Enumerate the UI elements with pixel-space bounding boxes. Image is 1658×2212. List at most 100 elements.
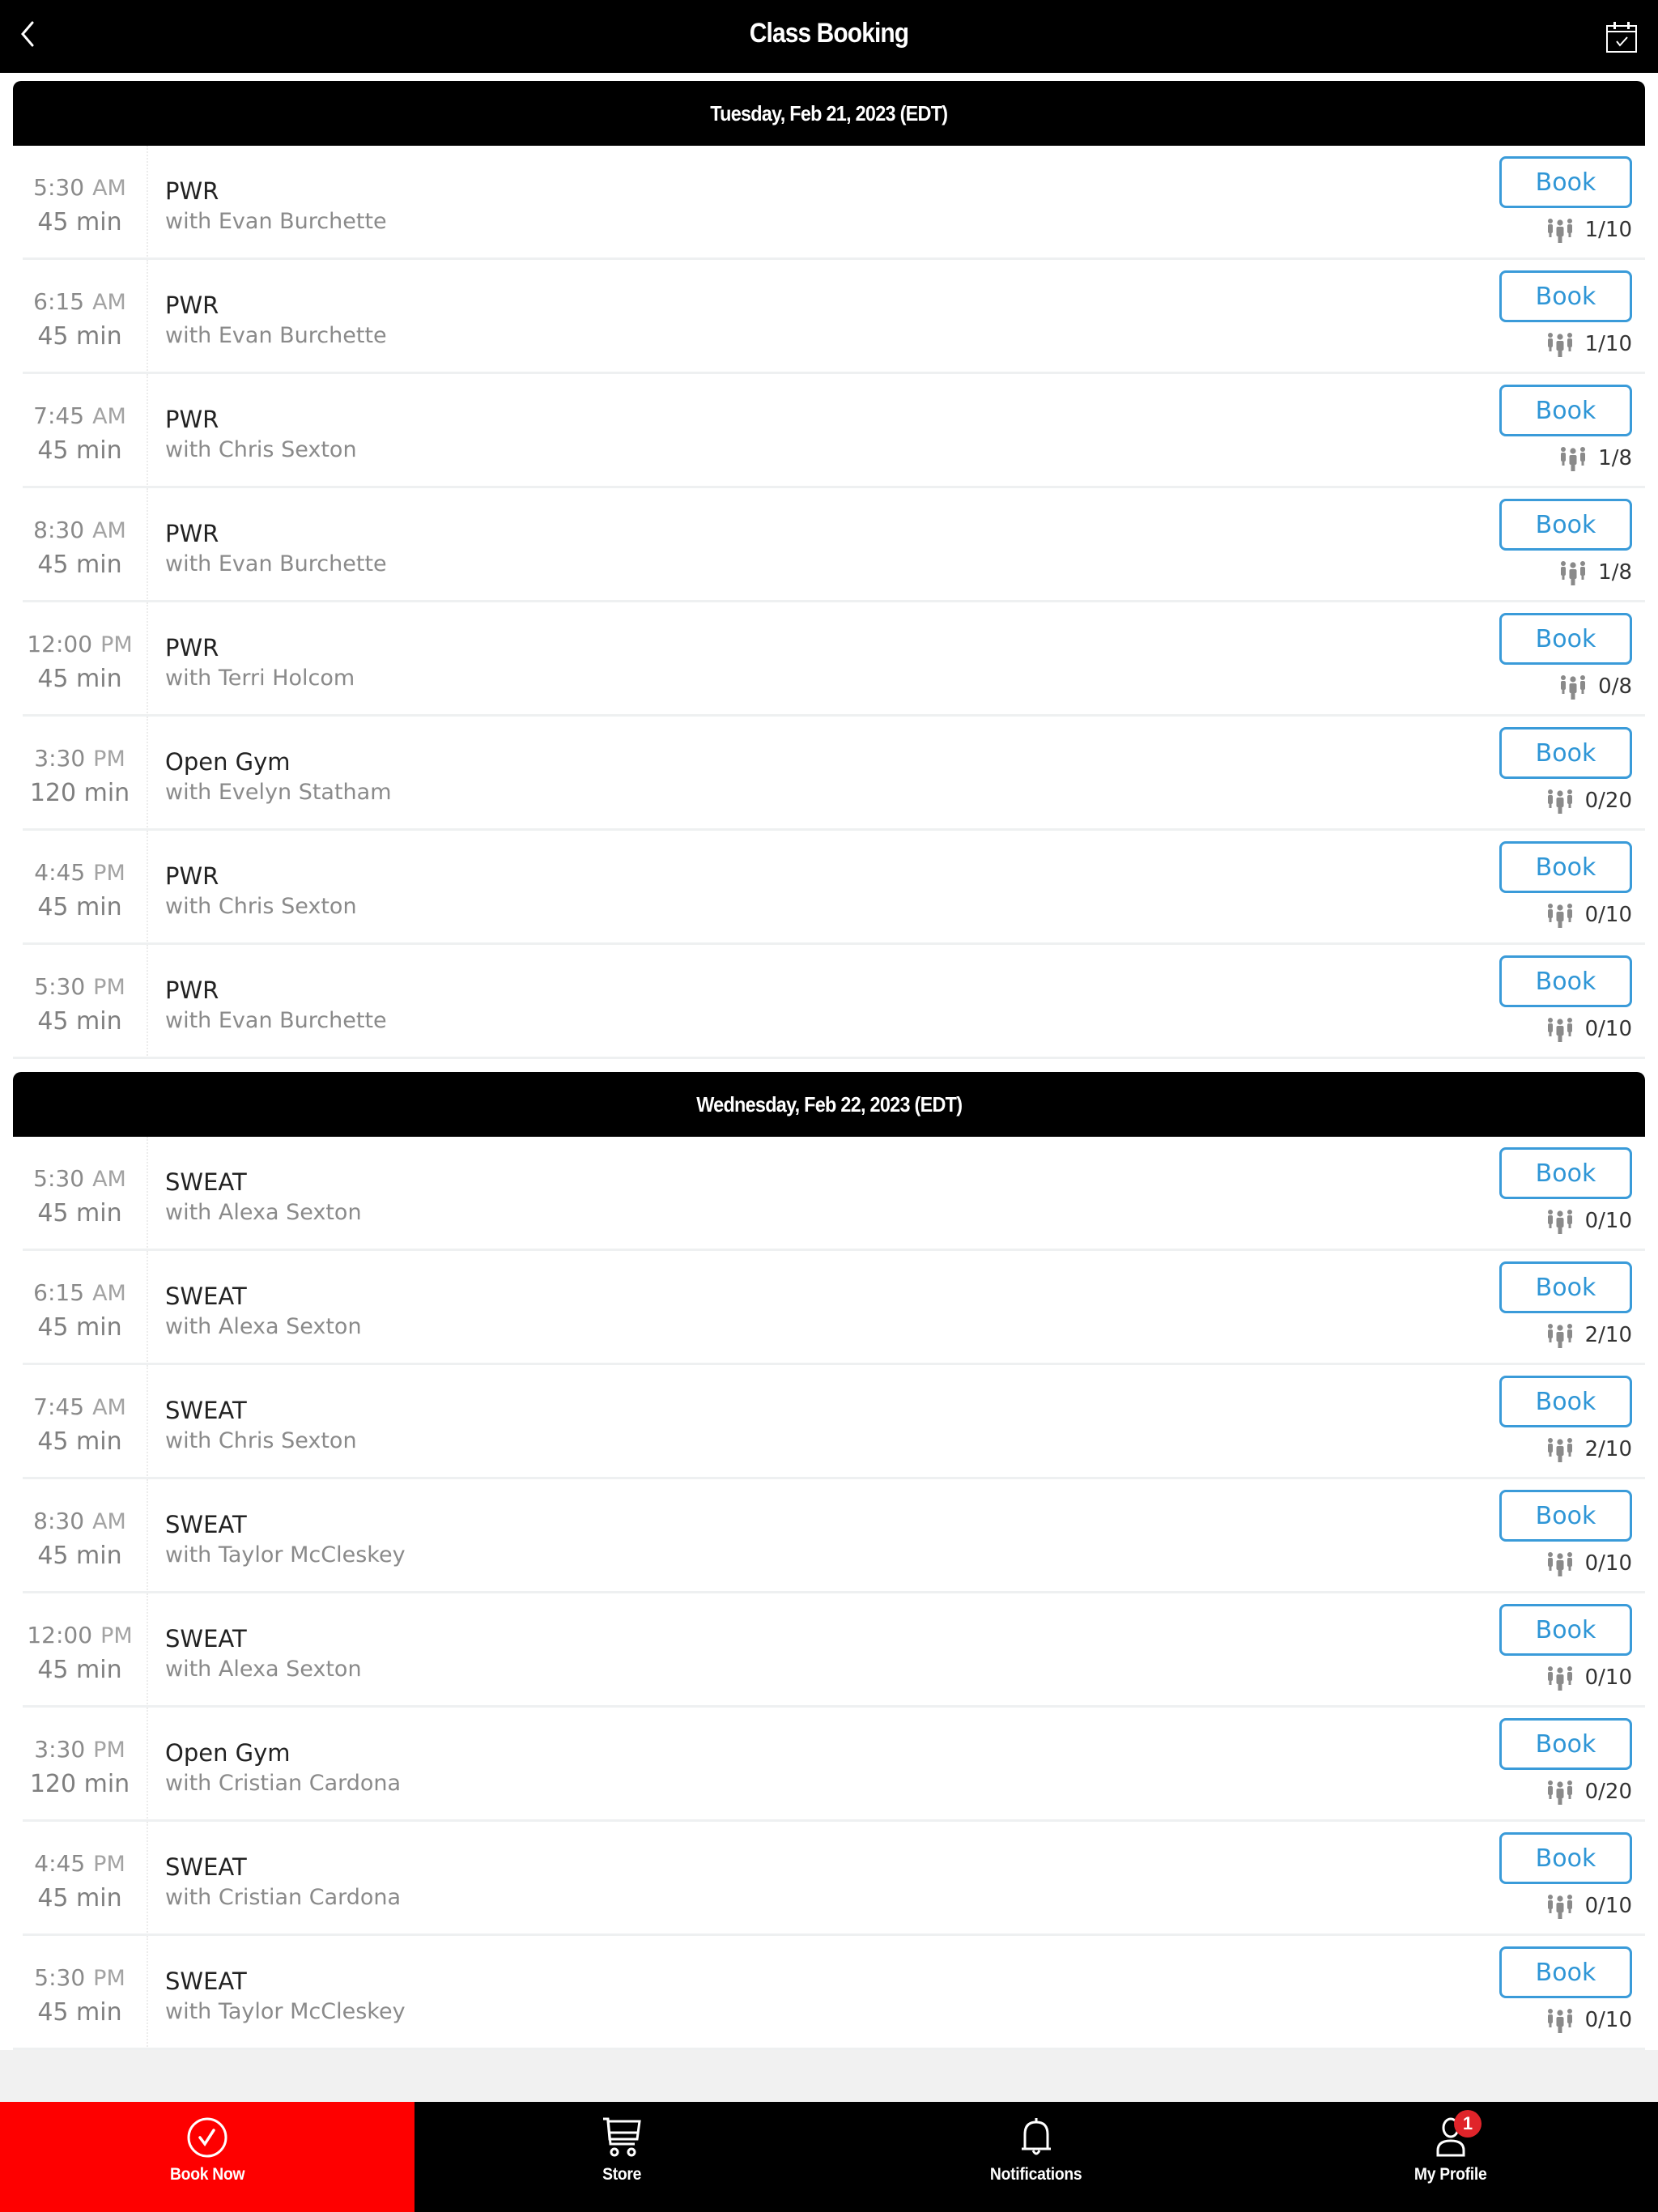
am-pm: AM xyxy=(92,1281,126,1306)
instructor-name: with Evelyn Statham xyxy=(165,780,392,805)
duration: 120 min xyxy=(29,779,130,807)
duration: 45 min xyxy=(37,551,122,579)
class-name: SWEAT xyxy=(165,1397,247,1424)
am-pm: AM xyxy=(92,1167,126,1192)
am-pm: PM xyxy=(93,861,125,886)
day-header: Tuesday, Feb 21, 2023 (EDT) xyxy=(13,81,1645,146)
capacity-count: 0/10 xyxy=(1584,1665,1632,1690)
instructor-name: with Evan Burchette xyxy=(165,1008,387,1033)
class-row: 5:30 AM 45 min SWEAT with Alexa Sexton Bo… xyxy=(13,1137,1645,1251)
capacity-count: 0/10 xyxy=(1584,2008,1632,2032)
instructor-name: with Evan Burchette xyxy=(165,551,387,576)
nav-store[interactable]: Store xyxy=(414,2102,829,2212)
start-time: 3:30 xyxy=(34,745,86,772)
book-button[interactable]: Book xyxy=(1499,1147,1632,1199)
book-button[interactable]: Book xyxy=(1499,1832,1632,1884)
nav-book-now[interactable]: Book Now xyxy=(0,2102,414,2212)
instructor-name: with Cristian Cardona xyxy=(165,1885,402,1910)
book-button[interactable]: Book xyxy=(1499,1604,1632,1656)
schedule-list[interactable]: Tuesday, Feb 21, 2023 (EDT) 5:30 AM 45 mi… xyxy=(0,73,1658,2102)
class-time: 12:00 PM 45 min xyxy=(13,628,147,697)
capacity-count: 0/20 xyxy=(1584,789,1632,813)
book-button[interactable]: Book xyxy=(1499,727,1632,779)
class-name: SWEAT xyxy=(165,1625,247,1653)
book-button[interactable]: Book xyxy=(1499,156,1632,208)
class-time: 12:00 PM 45 min xyxy=(13,1619,147,1688)
instructor-name: with Cristian Cardona xyxy=(165,1771,402,1796)
start-time: 5:30 xyxy=(33,1165,85,1192)
capacity: 1/8 xyxy=(1559,445,1632,471)
duration: 45 min xyxy=(37,1542,122,1570)
class-row: 12:00 PM 45 min PWR with Terri Holcom Boo… xyxy=(13,602,1645,717)
capacity-count: 0/10 xyxy=(1584,1894,1632,1918)
am-pm: AM xyxy=(92,176,126,201)
nav-my-profile[interactable]: 1 My Profile xyxy=(1244,2102,1658,2212)
class-row: 4:45 PM 45 min PWR with Chris Sexton Book… xyxy=(13,831,1645,945)
start-time: 5:30 xyxy=(33,174,85,201)
capacity: 0/10 xyxy=(1546,2007,1632,2033)
capacity: 0/10 xyxy=(1546,1893,1632,1919)
start-time: 4:45 xyxy=(34,1850,86,1877)
instructor-name: with Taylor McCleskey xyxy=(165,1999,406,2024)
book-button[interactable]: Book xyxy=(1499,1261,1632,1313)
am-pm: PM xyxy=(93,1852,125,1877)
book-button[interactable]: Book xyxy=(1499,1490,1632,1542)
capacity: 0/10 xyxy=(1546,1665,1632,1691)
book-button[interactable]: Book xyxy=(1499,841,1632,893)
am-pm: PM xyxy=(100,632,133,657)
people-icon xyxy=(1547,1438,1572,1462)
nav-notifications[interactable]: Notifications xyxy=(829,2102,1244,2212)
check-circle-icon xyxy=(187,2117,227,2158)
book-button[interactable]: Book xyxy=(1499,955,1632,1007)
class-row: 8:30 AM 45 min SWEAT with Taylor McCleske… xyxy=(13,1479,1645,1593)
duration: 45 min xyxy=(37,1998,122,2027)
duration: 45 min xyxy=(37,665,122,693)
book-button[interactable]: Book xyxy=(1499,270,1632,322)
book-button[interactable]: Book xyxy=(1499,613,1632,665)
back-button[interactable] xyxy=(16,18,40,50)
instructor-name: with Chris Sexton xyxy=(165,894,357,919)
capacity-count: 0/10 xyxy=(1584,903,1632,927)
nav-label: Store xyxy=(602,2165,642,2184)
instructor-name: with Evan Burchette xyxy=(165,323,387,348)
book-button[interactable]: Book xyxy=(1499,499,1632,551)
duration: 45 min xyxy=(37,1656,122,1684)
capacity-count: 1/8 xyxy=(1598,560,1632,585)
class-row: 8:30 AM 45 min PWR with Evan Burchette Bo… xyxy=(13,488,1645,602)
duration: 45 min xyxy=(37,436,122,465)
capacity: 0/10 xyxy=(1546,902,1632,928)
start-time: 3:30 xyxy=(34,1736,86,1763)
am-pm: AM xyxy=(92,518,126,543)
people-icon xyxy=(1547,904,1572,928)
instructor-name: with Taylor McCleskey xyxy=(165,1542,406,1568)
bell-icon xyxy=(1022,2118,1051,2155)
book-button[interactable]: Book xyxy=(1499,1376,1632,1427)
class-row: 12:00 PM 45 min SWEAT with Alexa Sexton B… xyxy=(13,1593,1645,1708)
start-time: 12:00 xyxy=(27,631,93,657)
start-time: 4:45 xyxy=(34,859,86,886)
class-name: PWR xyxy=(165,177,219,205)
nav-label: My Profile xyxy=(1414,2165,1487,2184)
day-header: Wednesday, Feb 22, 2023 (EDT) xyxy=(13,1072,1645,1137)
class-name: PWR xyxy=(165,406,219,433)
class-time: 8:30 AM 45 min xyxy=(13,1505,147,1574)
book-button[interactable]: Book xyxy=(1499,1946,1632,1998)
book-button[interactable]: Book xyxy=(1499,385,1632,436)
capacity-count: 0/10 xyxy=(1584,1551,1632,1576)
calendar-check-icon xyxy=(1606,22,1637,53)
class-time: 5:30 AM 45 min xyxy=(13,1163,147,1231)
people-icon xyxy=(1547,1324,1572,1348)
class-name: PWR xyxy=(165,634,219,661)
duration: 45 min xyxy=(37,1427,122,1456)
my-bookings-button[interactable] xyxy=(1605,21,1638,53)
duration: 45 min xyxy=(37,322,122,351)
class-time: 4:45 PM 45 min xyxy=(13,857,147,925)
capacity-count: 2/10 xyxy=(1584,1323,1632,1347)
bottom-nav: Book Now Store Notifications 1 My Profil… xyxy=(0,2102,1658,2212)
class-row: 7:45 AM 45 min SWEAT with Chris Sexton Bo… xyxy=(13,1365,1645,1479)
instructor-name: with Alexa Sexton xyxy=(165,1314,362,1339)
people-icon xyxy=(1561,675,1586,700)
book-button[interactable]: Book xyxy=(1499,1718,1632,1770)
start-time: 6:15 xyxy=(33,1279,85,1306)
class-time: 7:45 AM 45 min xyxy=(13,400,147,469)
